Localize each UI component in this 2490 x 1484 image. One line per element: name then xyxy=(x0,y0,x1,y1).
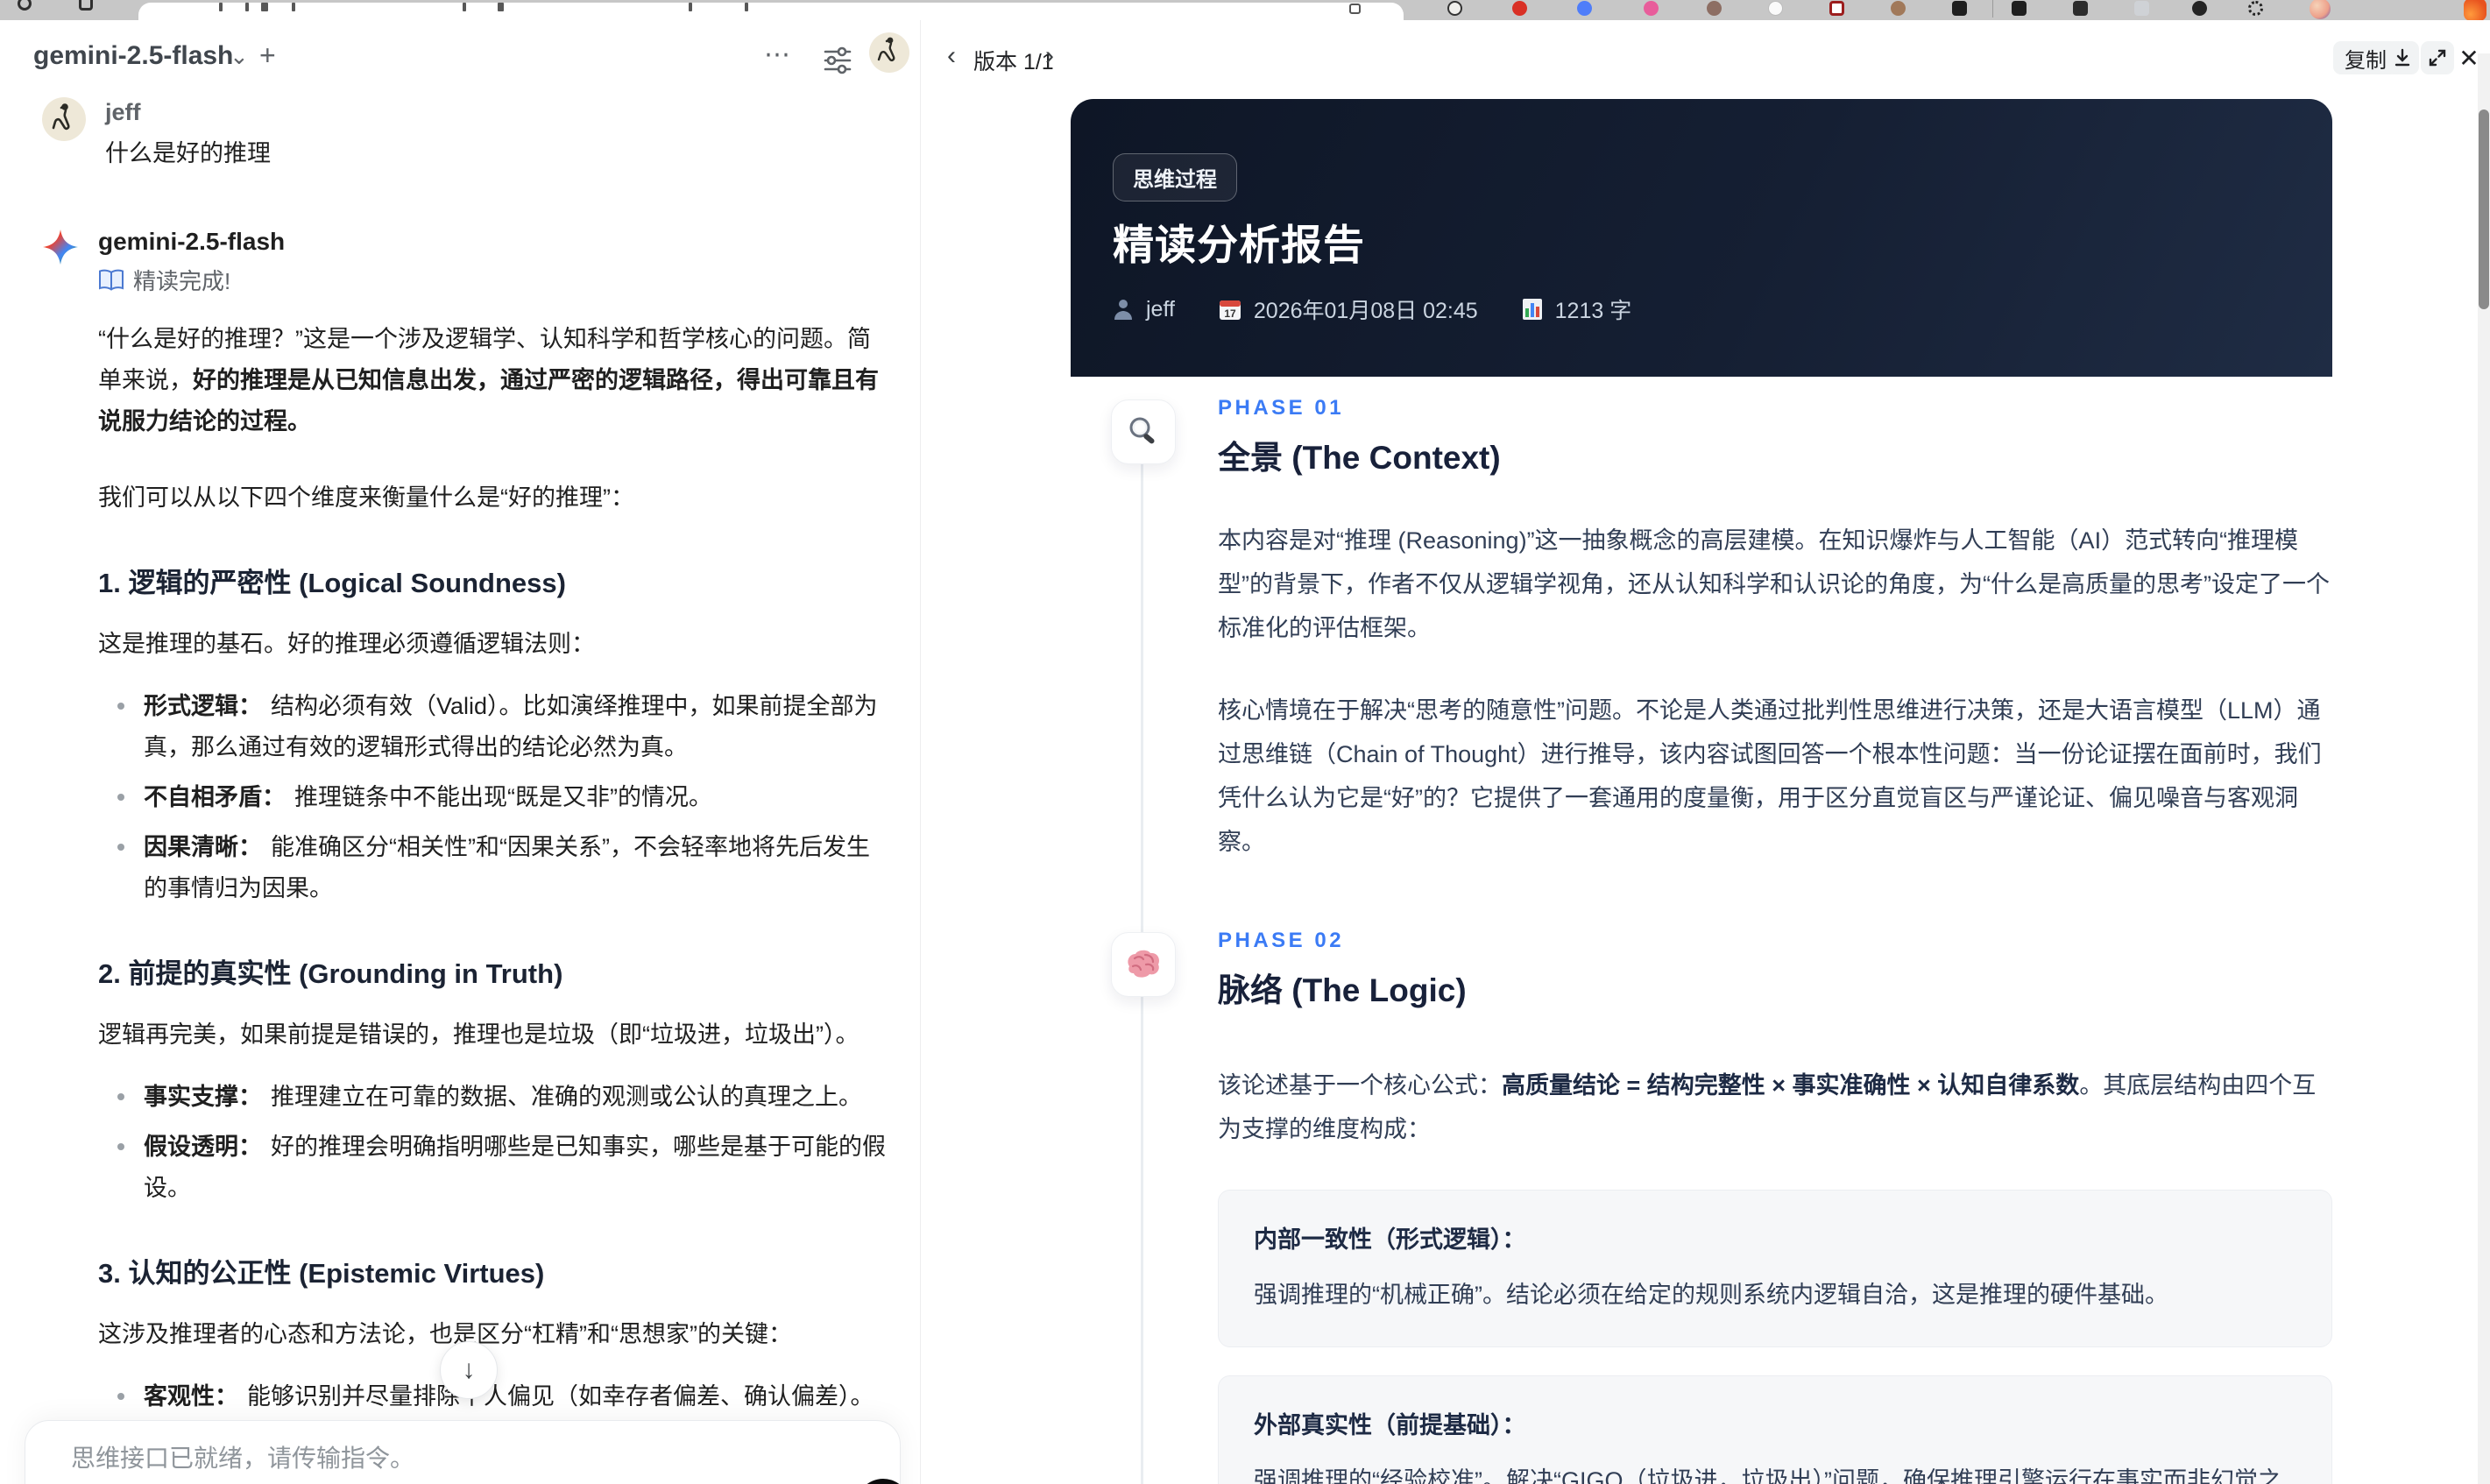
brain-icon xyxy=(1111,932,1176,997)
expand-button[interactable] xyxy=(2421,41,2454,74)
phase-kicker: PHASE 02 xyxy=(1218,929,1345,952)
extension-icon[interactable] xyxy=(1644,1,1659,16)
report-badge: 思维过程 xyxy=(1113,153,1237,201)
browser-tab[interactable] xyxy=(138,3,1404,20)
list-item: 不自相矛盾： 推理链条中不能出现“既是又非”的情况。 xyxy=(117,777,892,818)
extension-icon[interactable] xyxy=(1829,1,1844,16)
dimension-card: 外部真实性（前提基础）： 强调推理的“经验校准”。解决“GIGO（垃圾进，垃圾出… xyxy=(1218,1375,2332,1484)
extension-icon[interactable] xyxy=(2134,1,2149,16)
browser-brand-icon[interactable] xyxy=(2464,0,2486,20)
arrow-down-icon: ↓ xyxy=(462,1355,476,1384)
section-heading: 3. 认知的公正性 (Epistemic Virtues) xyxy=(98,1258,545,1289)
tune-settings-icon[interactable] xyxy=(820,43,855,78)
bookmark-star-icon[interactable] xyxy=(1349,4,1361,14)
version-label: 版本 1/1 xyxy=(973,50,1054,74)
extension-icon[interactable] xyxy=(2012,1,2027,16)
bullet-list: 事实支撑： 推理建立在可靠的数据、准确的观测或公认的真理之上。 假设透明： 好的推理… xyxy=(98,1077,892,1209)
list-item: 形式逻辑： 结构必须有效（Valid）。比如演绎推理中，如果前提全部为真，那么通过… xyxy=(117,686,892,768)
report-title: 精读分析报告 xyxy=(1113,222,1365,268)
chevron-down-icon[interactable]: ⌄ xyxy=(230,43,249,70)
extension-icon[interactable] xyxy=(2073,1,2088,16)
extension-icon[interactable] xyxy=(1512,1,1527,16)
user-avatar[interactable] xyxy=(869,32,909,73)
person-icon xyxy=(1114,300,1132,320)
list-item: 事实支撑： 推理建立在可靠的数据、准确的观测或公认的真理之上。 xyxy=(117,1077,892,1118)
expand-icon xyxy=(2429,49,2446,67)
browser-nav-icon[interactable] xyxy=(18,0,32,11)
dimension-card: 内部一致性（形式逻辑）： 强调推理的“机械正确”。结论必须在给定的规则系统内逻辑… xyxy=(1218,1190,2332,1347)
phase-paragraph: 核心情境在于解决“思考的随意性”问题。不论是人类通过批判性思维进行决策，还是大语… xyxy=(1218,697,2322,855)
composer: + xyxy=(25,1420,910,1484)
section-heading: 2. 前提的真实性 (Grounding in Truth) xyxy=(98,958,563,989)
extension-icon[interactable] xyxy=(2192,1,2207,16)
scrollbar-thumb[interactable] xyxy=(2479,110,2489,309)
message-text: 什么是好的推理 xyxy=(105,140,271,166)
report-body: PHASE 01 全景 (The Context) 本内容是对“推理 (Reas… xyxy=(1071,377,2332,1484)
extension-icon[interactable] xyxy=(1768,1,1783,16)
meta-author: jeff xyxy=(1146,296,1175,322)
version-prev-button[interactable]: ‹ xyxy=(947,41,956,71)
scrollbar-track[interactable] xyxy=(2478,53,2490,1484)
browser-grid-icon[interactable] xyxy=(79,0,93,11)
report-header: 思维过程 精读分析报告 jeff 17 2026年01月08日 02:45 12… xyxy=(1071,99,2332,377)
user-message: jeff 什么是好的推理 xyxy=(42,97,899,171)
assistant-message: gemini-2.5-flash 精读完成! “什么是好的推理？”这是一个涉及逻… xyxy=(42,227,899,1484)
browser-profile-avatar[interactable] xyxy=(2310,0,2331,19)
extension-icon[interactable] xyxy=(1577,1,1592,16)
extension-icon[interactable] xyxy=(1707,1,1722,16)
extension-icon[interactable] xyxy=(2248,1,2263,16)
assistant-markdown: “什么是好的推理？”这是一个涉及逻辑学、认知科学和哲学核心的问题。简单来说，好的… xyxy=(98,319,892,1484)
meta-wordcount: 1213 字 xyxy=(1554,299,1632,323)
section-heading: 1. 逻辑的严密性 (Logical Soundness) xyxy=(98,568,566,598)
model-selector[interactable]: gemini-2.5-flash xyxy=(33,41,233,71)
extension-icon[interactable] xyxy=(1952,1,1967,16)
scroll-to-bottom-button[interactable]: ↓ xyxy=(440,1341,498,1399)
book-icon xyxy=(99,269,124,291)
phase-kicker: PHASE 01 xyxy=(1218,396,1345,420)
extension-icon[interactable] xyxy=(1447,1,1462,16)
avatar xyxy=(42,97,86,141)
report-meta: jeff 17 2026年01月08日 02:45 1213 字 xyxy=(1113,293,1631,325)
phase-paragraph: 该论述基于一个核心公式：高质量结论 = 结构完整性 × 事实准确性 × 认知自律… xyxy=(1218,1072,2317,1142)
browser-tabstrip xyxy=(0,0,2490,20)
document-panel: ‹ 版本 1/1 › 复制 ✕ 思维过程 精读分析报告 jeff 17 2026… xyxy=(921,20,2490,1484)
download-button[interactable] xyxy=(2386,41,2419,74)
meta-date: 2026年01月08日 02:45 xyxy=(1253,299,1478,323)
phase-section: PHASE 02 脉络 (The Logic) 该论述基于一个核心公式：高质量结… xyxy=(1071,929,2332,1484)
list-item: 客观性： 能够识别并尽量排除个人偏见（如幸存者偏差、确认偏差）。 xyxy=(117,1376,892,1417)
phase-title: 脉络 (The Logic) xyxy=(1218,972,1467,1008)
chat-panel: gemini-2.5-flash ⌄ + ⋯ jeff 什么是好的推理 gemi… xyxy=(0,20,920,1484)
status-line: 精读完成! xyxy=(98,264,892,296)
svg-text:17: 17 xyxy=(1224,307,1236,320)
status-text: 精读完成! xyxy=(133,268,231,294)
chat-messages: jeff 什么是好的推理 gemini-2.5-flash 精读完成! “什么是… xyxy=(42,97,899,1484)
bar-chart-icon xyxy=(1522,299,1542,320)
extension-icon[interactable] xyxy=(1891,1,1906,16)
new-chat-button[interactable]: + xyxy=(259,39,276,72)
calendar-icon: 17 xyxy=(1219,300,1241,320)
prompt-input[interactable] xyxy=(69,1444,844,1473)
more-menu-button[interactable]: ⋯ xyxy=(764,39,792,70)
download-icon xyxy=(2395,48,2410,67)
magnifier-icon xyxy=(1111,399,1176,464)
list-item: 假设透明： 好的推理会明确指明哪些是已知事实，哪些是基于可能的假设。 xyxy=(117,1127,892,1209)
version-next-button[interactable]: › xyxy=(1045,41,1054,71)
phase-title: 全景 (The Context) xyxy=(1218,440,1501,476)
list-item: 因果清晰： 能准确区分“相关性”和“因果关系”，不会轻率地将先后发生的事情归为因果… xyxy=(117,827,892,909)
author-name: jeff xyxy=(105,99,141,125)
phase-paragraph: 本内容是对“推理 (Reasoning)”这一抽象概念的高层建模。在知识爆炸与人… xyxy=(1218,527,2330,641)
voice-waveform-button[interactable] xyxy=(856,1479,910,1484)
close-icon: ✕ xyxy=(2458,44,2479,72)
model-name: gemini-2.5-flash xyxy=(98,228,286,255)
gemini-star-icon xyxy=(42,229,79,265)
phase-section: PHASE 01 全景 (The Context) 本内容是对“推理 (Reas… xyxy=(1071,396,2332,864)
bullet-list: 形式逻辑： 结构必须有效（Valid）。比如演绎推理中，如果前提全部为真，那么通过… xyxy=(98,686,892,909)
